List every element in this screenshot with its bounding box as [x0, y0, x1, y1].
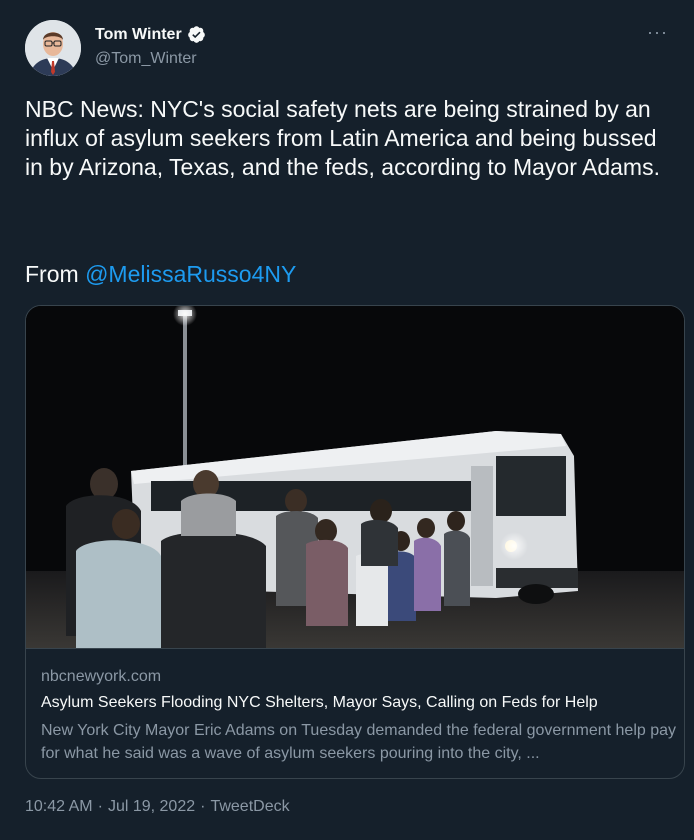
card-domain: nbcnewyork.com [41, 668, 162, 685]
tweet-metadata: 10:42 AM · Jul 19, 2022 · TweetDeck [25, 798, 290, 816]
verified-badge-icon [187, 26, 205, 43]
tweet: Tom Winter @Tom_Winter ··· NBC News: NYC… [0, 0, 694, 840]
tweet-timestamp-time[interactable]: 10:42 AM [25, 798, 93, 816]
author-handle[interactable]: @Tom_Winter [95, 50, 197, 68]
author-name-text: Tom Winter [95, 25, 182, 43]
tweet-timestamp-date[interactable]: Jul 19, 2022 [108, 798, 195, 816]
card-image [26, 306, 684, 649]
avatar-image [25, 20, 81, 76]
meta-separator: · [97, 798, 103, 815]
card-photo [26, 306, 684, 648]
more-options-icon[interactable]: ··· [647, 22, 668, 43]
from-prefix: From [25, 261, 86, 287]
tweet-text: NBC News: NYC's social safety nets are b… [25, 96, 660, 180]
card-description: New York City Mayor Eric Adams on Tuesda… [41, 722, 677, 762]
tweet-source[interactable]: TweetDeck [210, 798, 289, 816]
tweet-from-line: From @MelissaRusso4NY [25, 260, 296, 289]
mention-link[interactable]: @MelissaRusso4NY [85, 261, 296, 287]
avatar[interactable] [25, 20, 81, 76]
author-name[interactable]: Tom Winter [95, 25, 206, 44]
link-card[interactable]: nbcnewyork.com Asylum Seekers Flooding N… [25, 305, 685, 779]
card-title: Asylum Seekers Flooding NYC Shelters, Ma… [41, 694, 598, 711]
meta-separator: · [200, 798, 206, 815]
